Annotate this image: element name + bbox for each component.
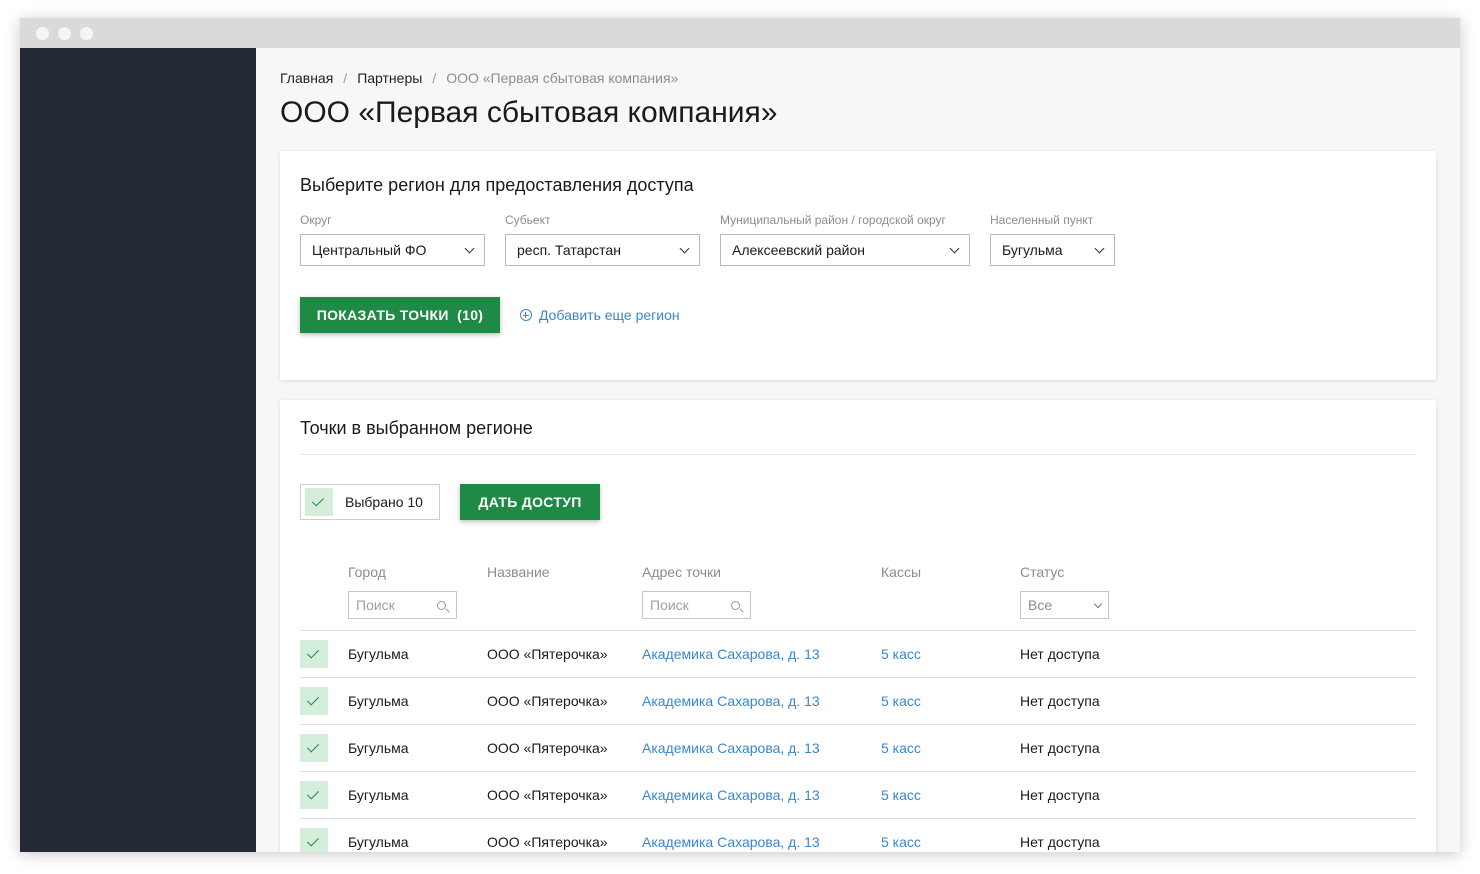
search-icon (437, 600, 446, 610)
cell-status: Нет доступа (1020, 787, 1100, 803)
address-search-input[interactable]: Поиск (642, 591, 751, 619)
cell-registers-link[interactable]: 5 касс (881, 740, 921, 756)
window-maximize-dot[interactable] (80, 27, 93, 40)
settlement-label: Населенный пункт (990, 213, 1094, 227)
cell-name: ООО «Пятерочка» (487, 693, 608, 709)
column-header-address: Адрес точки (642, 564, 721, 580)
cell-address-link[interactable]: Академика Сахарова, д. 13 (642, 834, 820, 850)
select-all-checkbox[interactable]: Выбрано 10 (300, 484, 440, 520)
row-checkbox[interactable] (300, 734, 328, 762)
breadcrumb-separator: / (343, 70, 348, 86)
district-value: Центральный ФО (312, 242, 427, 258)
cell-status: Нет доступа (1020, 646, 1100, 662)
cell-registers-link[interactable]: 5 касс (881, 646, 921, 662)
district-label: Округ (300, 213, 332, 227)
column-header-name: Название (487, 564, 550, 580)
region-card: Выберите регион для предоставления досту… (280, 151, 1436, 380)
checkmark-icon (305, 488, 333, 516)
row-checkbox[interactable] (300, 828, 328, 852)
sidebar (20, 48, 256, 852)
address-search-placeholder: Поиск (650, 597, 689, 613)
divider (300, 454, 1416, 455)
cell-status: Нет доступа (1020, 740, 1100, 756)
column-header-registers: Кассы (881, 564, 922, 580)
show-points-button[interactable]: ПОКАЗАТЬ ТОЧКИ (10) (300, 297, 500, 333)
cell-city: Бугульма (348, 834, 409, 850)
settlement-select[interactable]: Бугульма (990, 234, 1115, 266)
cell-status: Нет доступа (1020, 834, 1100, 850)
breadcrumb-home[interactable]: Главная (280, 70, 333, 86)
breadcrumb-separator: / (432, 70, 437, 86)
cell-name: ООО «Пятерочка» (487, 740, 608, 756)
status-filter-select[interactable]: Все (1020, 591, 1109, 619)
cell-name: ООО «Пятерочка» (487, 646, 608, 662)
table-row[interactable]: Бугульма ООО «Пятерочка» Академика Сахар… (300, 677, 1416, 724)
cell-registers-link[interactable]: 5 касс (881, 787, 921, 803)
cell-address-link[interactable]: Академика Сахарова, д. 13 (642, 740, 820, 756)
chevron-down-icon (1093, 599, 1103, 608)
points-card: Точки в выбранном регионе Выбрано 10 ДАТ… (280, 400, 1436, 852)
page-title: ООО «Первая сбытовая компания» (280, 96, 778, 129)
main-content: Главная / Партнеры / ООО «Первая сбытова… (256, 48, 1460, 852)
breadcrumb-current: ООО «Первая сбытовая компания» (446, 70, 679, 86)
table-row[interactable]: Бугульма ООО «Пятерочка» Академика Сахар… (300, 771, 1416, 818)
municipality-field: Муниципальный район / городской округ Ал… (720, 213, 970, 266)
municipality-select[interactable]: Алексеевский район (720, 234, 970, 266)
breadcrumb: Главная / Партнеры / ООО «Первая сбытова… (280, 70, 678, 86)
points-card-title: Точки в выбранном регионе (300, 418, 533, 438)
settlement-field: Населенный пункт Бугульма (990, 213, 1115, 266)
column-header-city: Город (348, 564, 386, 580)
grant-access-button[interactable]: ДАТЬ ДОСТУП (460, 484, 600, 520)
column-header-status: Статус (1020, 564, 1065, 580)
plus-circle-icon (520, 309, 532, 321)
municipality-label: Муниципальный район / городской округ (720, 213, 946, 227)
status-filter-value: Все (1028, 597, 1053, 613)
cell-city: Бугульма (348, 787, 409, 803)
table-row[interactable]: Бугульма ООО «Пятерочка» Академика Сахар… (300, 630, 1416, 677)
row-checkbox[interactable] (300, 781, 328, 809)
region-card-title: Выберите регион для предоставления досту… (300, 175, 694, 195)
district-field: Округ Центральный ФО (300, 213, 485, 266)
cell-address-link[interactable]: Академика Сахарова, д. 13 (642, 693, 820, 709)
cell-name: ООО «Пятерочка» (487, 834, 608, 850)
cell-address-link[interactable]: Академика Сахарова, д. 13 (642, 787, 820, 803)
search-icon (731, 600, 740, 610)
breadcrumb-partners[interactable]: Партнеры (357, 70, 422, 86)
row-checkbox[interactable] (300, 640, 328, 668)
table-row[interactable]: Бугульма ООО «Пятерочка» Академика Сахар… (300, 724, 1416, 771)
cell-name: ООО «Пятерочка» (487, 787, 608, 803)
selected-count: Выбрано 10 (345, 494, 423, 510)
cell-address-link[interactable]: Академика Сахарова, д. 13 (642, 646, 820, 662)
app-window: Главная / Партнеры / ООО «Первая сбытова… (20, 18, 1460, 852)
settlement-value: Бугульма (1002, 242, 1063, 258)
subject-label: Субьект (505, 213, 551, 227)
municipality-value: Алексеевский район (732, 242, 865, 258)
row-checkbox[interactable] (300, 687, 328, 715)
cell-city: Бугульма (348, 693, 409, 709)
table-row[interactable]: Бугульма ООО «Пятерочка» Академика Сахар… (300, 818, 1416, 852)
subject-value: респ. Татарстан (517, 242, 621, 258)
cell-status: Нет доступа (1020, 693, 1100, 709)
district-select[interactable]: Центральный ФО (300, 234, 485, 266)
window-minimize-dot[interactable] (58, 27, 71, 40)
cell-registers-link[interactable]: 5 касс (881, 834, 921, 850)
chevron-down-icon (464, 243, 475, 253)
city-search-placeholder: Поиск (356, 597, 395, 613)
chevron-down-icon (1094, 243, 1105, 253)
cell-city: Бугульма (348, 646, 409, 662)
subject-select[interactable]: респ. Татарстан (505, 234, 700, 266)
window-close-dot[interactable] (36, 27, 49, 40)
cell-city: Бугульма (348, 740, 409, 756)
add-region-link[interactable]: Добавить еще регион (520, 307, 680, 323)
add-region-label: Добавить еще регион (539, 307, 680, 323)
subject-field: Субьект респ. Татарстан (505, 213, 700, 266)
chevron-down-icon (679, 243, 690, 253)
window-titlebar (20, 18, 1460, 48)
cell-registers-link[interactable]: 5 касс (881, 693, 921, 709)
chevron-down-icon (949, 243, 960, 253)
city-search-input[interactable]: Поиск (348, 591, 457, 619)
